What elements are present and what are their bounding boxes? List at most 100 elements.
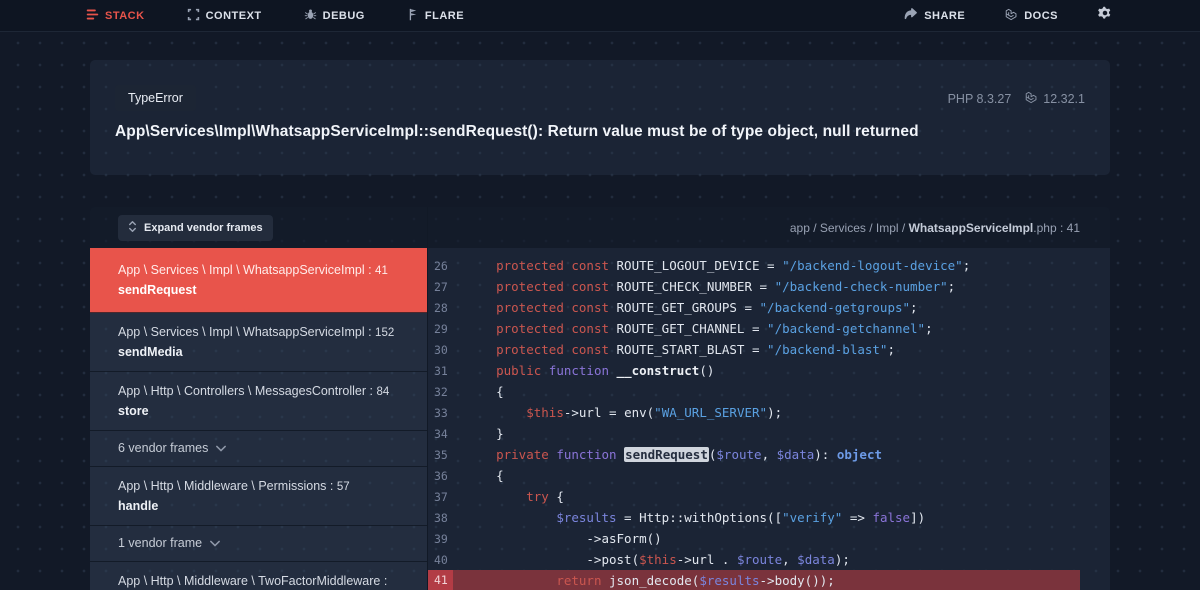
nav-right-group: SHARE DOCS [904, 6, 1112, 25]
line-number: 38 [428, 511, 453, 525]
code-line: 32 { [428, 381, 1080, 402]
line-number: 39 [428, 532, 453, 546]
line-number: 36 [428, 469, 453, 483]
line-number: 40 [428, 553, 453, 567]
stack-frame[interactable]: App \ Http \ Middleware \ Permissions : … [90, 467, 427, 526]
tab-context[interactable]: CONTEXT [187, 8, 262, 24]
frame-method-name: handle [118, 499, 399, 514]
stack-frame[interactable]: App \ Services \ Impl \ WhatsappServiceI… [90, 313, 427, 372]
code-line: 27 protected const ROUTE_CHECK_NUMBER = … [428, 276, 1080, 297]
frame-method-name: sendRequest [118, 283, 399, 298]
tab-label: DEBUG [323, 10, 365, 22]
code-text: return json_decode($results->body()); [453, 573, 835, 588]
code-text: try { [453, 489, 564, 504]
stack-trace-icon [86, 8, 99, 24]
frame-class-path: App \ Services \ Impl \ WhatsappServiceI… [118, 262, 399, 279]
line-number: 30 [428, 343, 453, 357]
code-text: $this->url = env("WA_URL_SERVER"); [453, 405, 782, 420]
line-number: 26 [428, 259, 453, 273]
line-number: 37 [428, 490, 453, 504]
code-line: 34 } [428, 423, 1080, 444]
unfold-icon [128, 221, 137, 235]
line-number: 33 [428, 406, 453, 420]
tab-flare[interactable]: FLARE [407, 8, 464, 24]
code-text: { [453, 468, 504, 483]
tab-label: CONTEXT [206, 10, 262, 22]
file-path-suffix: .php : 41 [1033, 221, 1080, 235]
code-text: { [453, 384, 504, 399]
code-text: protected const ROUTE_GET_GROUPS = "/bac… [453, 300, 918, 315]
code-snippet: 26 protected const ROUTE_LOGOUT_DEVICE =… [428, 248, 1110, 590]
chevron-down-icon [216, 441, 226, 456]
code-text: } [453, 426, 504, 441]
bug-icon [304, 8, 317, 24]
chevron-down-icon [210, 536, 220, 551]
line-number: 28 [428, 301, 453, 315]
code-line: 38 $results = Http::withOptions(["verify… [428, 507, 1080, 528]
code-panel: app / Services / Impl / WhatsappServiceI… [428, 207, 1110, 590]
code-text: public function __construct() [453, 363, 714, 378]
laravel-icon [1025, 91, 1038, 107]
line-number: 32 [428, 385, 453, 399]
line-number: 29 [428, 322, 453, 336]
settings-button[interactable] [1098, 6, 1112, 25]
stack-trace-card: Expand vendor frames App \ Services \ Im… [90, 207, 1110, 590]
code-text: protected const ROUTE_CHECK_NUMBER = "/b… [453, 279, 955, 294]
stack-frames-sidebar: Expand vendor frames App \ Services \ Im… [90, 207, 428, 590]
flare-flag-icon [407, 8, 419, 24]
code-text: ->asForm() [453, 531, 662, 546]
code-line: 35 private function sendRequest($route, … [428, 444, 1080, 465]
code-line: 29 protected const ROUTE_GET_CHANNEL = "… [428, 318, 1080, 339]
tab-debug[interactable]: DEBUG [304, 8, 365, 24]
vendor-frames-toggle[interactable]: 1 vendor frame [90, 526, 427, 562]
docs-button[interactable]: DOCS [1005, 8, 1058, 24]
code-panel-header: app / Services / Impl / WhatsappServiceI… [428, 207, 1110, 248]
vendor-frames-label: 1 vendor frame [118, 536, 202, 551]
vendor-frames-label: 6 vendor frames [118, 441, 208, 456]
frame-method-name: sendMedia [118, 345, 399, 360]
code-line: 37 try { [428, 486, 1080, 507]
stack-frames-list: App \ Services \ Impl \ WhatsappServiceI… [90, 248, 427, 590]
vendor-frames-toggle[interactable]: 6 vendor frames [90, 431, 427, 467]
line-number: 35 [428, 448, 453, 462]
expand-button-label: Expand vendor frames [144, 222, 263, 234]
line-number: 34 [428, 427, 453, 441]
code-text: protected const ROUTE_GET_CHANNEL = "/ba… [453, 321, 933, 336]
share-label: SHARE [924, 10, 965, 22]
file-path-prefix: app / Services / Impl / [790, 221, 909, 235]
frame-method-name: store [118, 404, 399, 419]
code-line: 36 { [428, 465, 1080, 486]
code-line: 28 protected const ROUTE_GET_GROUPS = "/… [428, 297, 1080, 318]
frame-class-path: App \ Services \ Impl \ WhatsappServiceI… [118, 324, 399, 341]
code-line: 30 protected const ROUTE_START_BLAST = "… [428, 339, 1080, 360]
stack-frame-active[interactable]: App \ Services \ Impl \ WhatsappServiceI… [90, 248, 427, 313]
expand-vendor-frames-button[interactable]: Expand vendor frames [118, 215, 273, 241]
stack-frame[interactable]: App \ Http \ Controllers \ MessagesContr… [90, 372, 427, 431]
package-version-label: 12.32.1 [1043, 92, 1085, 106]
code-line: 26 protected const ROUTE_LOGOUT_DEVICE =… [428, 255, 1080, 276]
laravel-docs-icon [1005, 8, 1018, 24]
error-message: App\Services\Impl\WhatsappServiceImpl::s… [115, 123, 1085, 141]
share-arrow-icon [904, 8, 918, 23]
tab-stack[interactable]: STACK [86, 8, 145, 24]
sidebar-header: Expand vendor frames [90, 207, 427, 248]
code-text: ->post($this->url . $route, $data); [453, 552, 850, 567]
open-file-path[interactable]: app / Services / Impl / WhatsappServiceI… [790, 221, 1080, 235]
code-line: 33 $this->url = env("WA_URL_SERVER"); [428, 402, 1080, 423]
php-version: PHP 8.3.27 [948, 92, 1012, 106]
code-line: 40 ->post($this->url . $route, $data); [428, 549, 1080, 570]
code-text: $results = Http::withOptions(["verify" =… [453, 510, 925, 525]
tab-label: FLARE [425, 10, 464, 22]
code-text: protected const ROUTE_START_BLAST = "/ba… [453, 342, 895, 357]
error-type-badge: TypeError [115, 85, 196, 111]
code-text: protected const ROUTE_LOGOUT_DEVICE = "/… [453, 258, 970, 273]
flare-package-version: 12.32.1 [1025, 91, 1085, 107]
share-button[interactable]: SHARE [904, 8, 965, 23]
frame-class-path: App \ Http \ Middleware \ Permissions : … [118, 478, 399, 495]
nav-left-group: STACK CONTEXT DEBUG FLARE [86, 8, 464, 24]
file-name: WhatsappServiceImpl [909, 221, 1034, 235]
frame-class-path: App \ Http \ Controllers \ MessagesContr… [118, 383, 399, 400]
tab-label: STACK [105, 10, 145, 22]
stack-frame[interactable]: App \ Http \ Middleware \ TwoFactorMiddl… [90, 562, 427, 590]
line-number: 31 [428, 364, 453, 378]
